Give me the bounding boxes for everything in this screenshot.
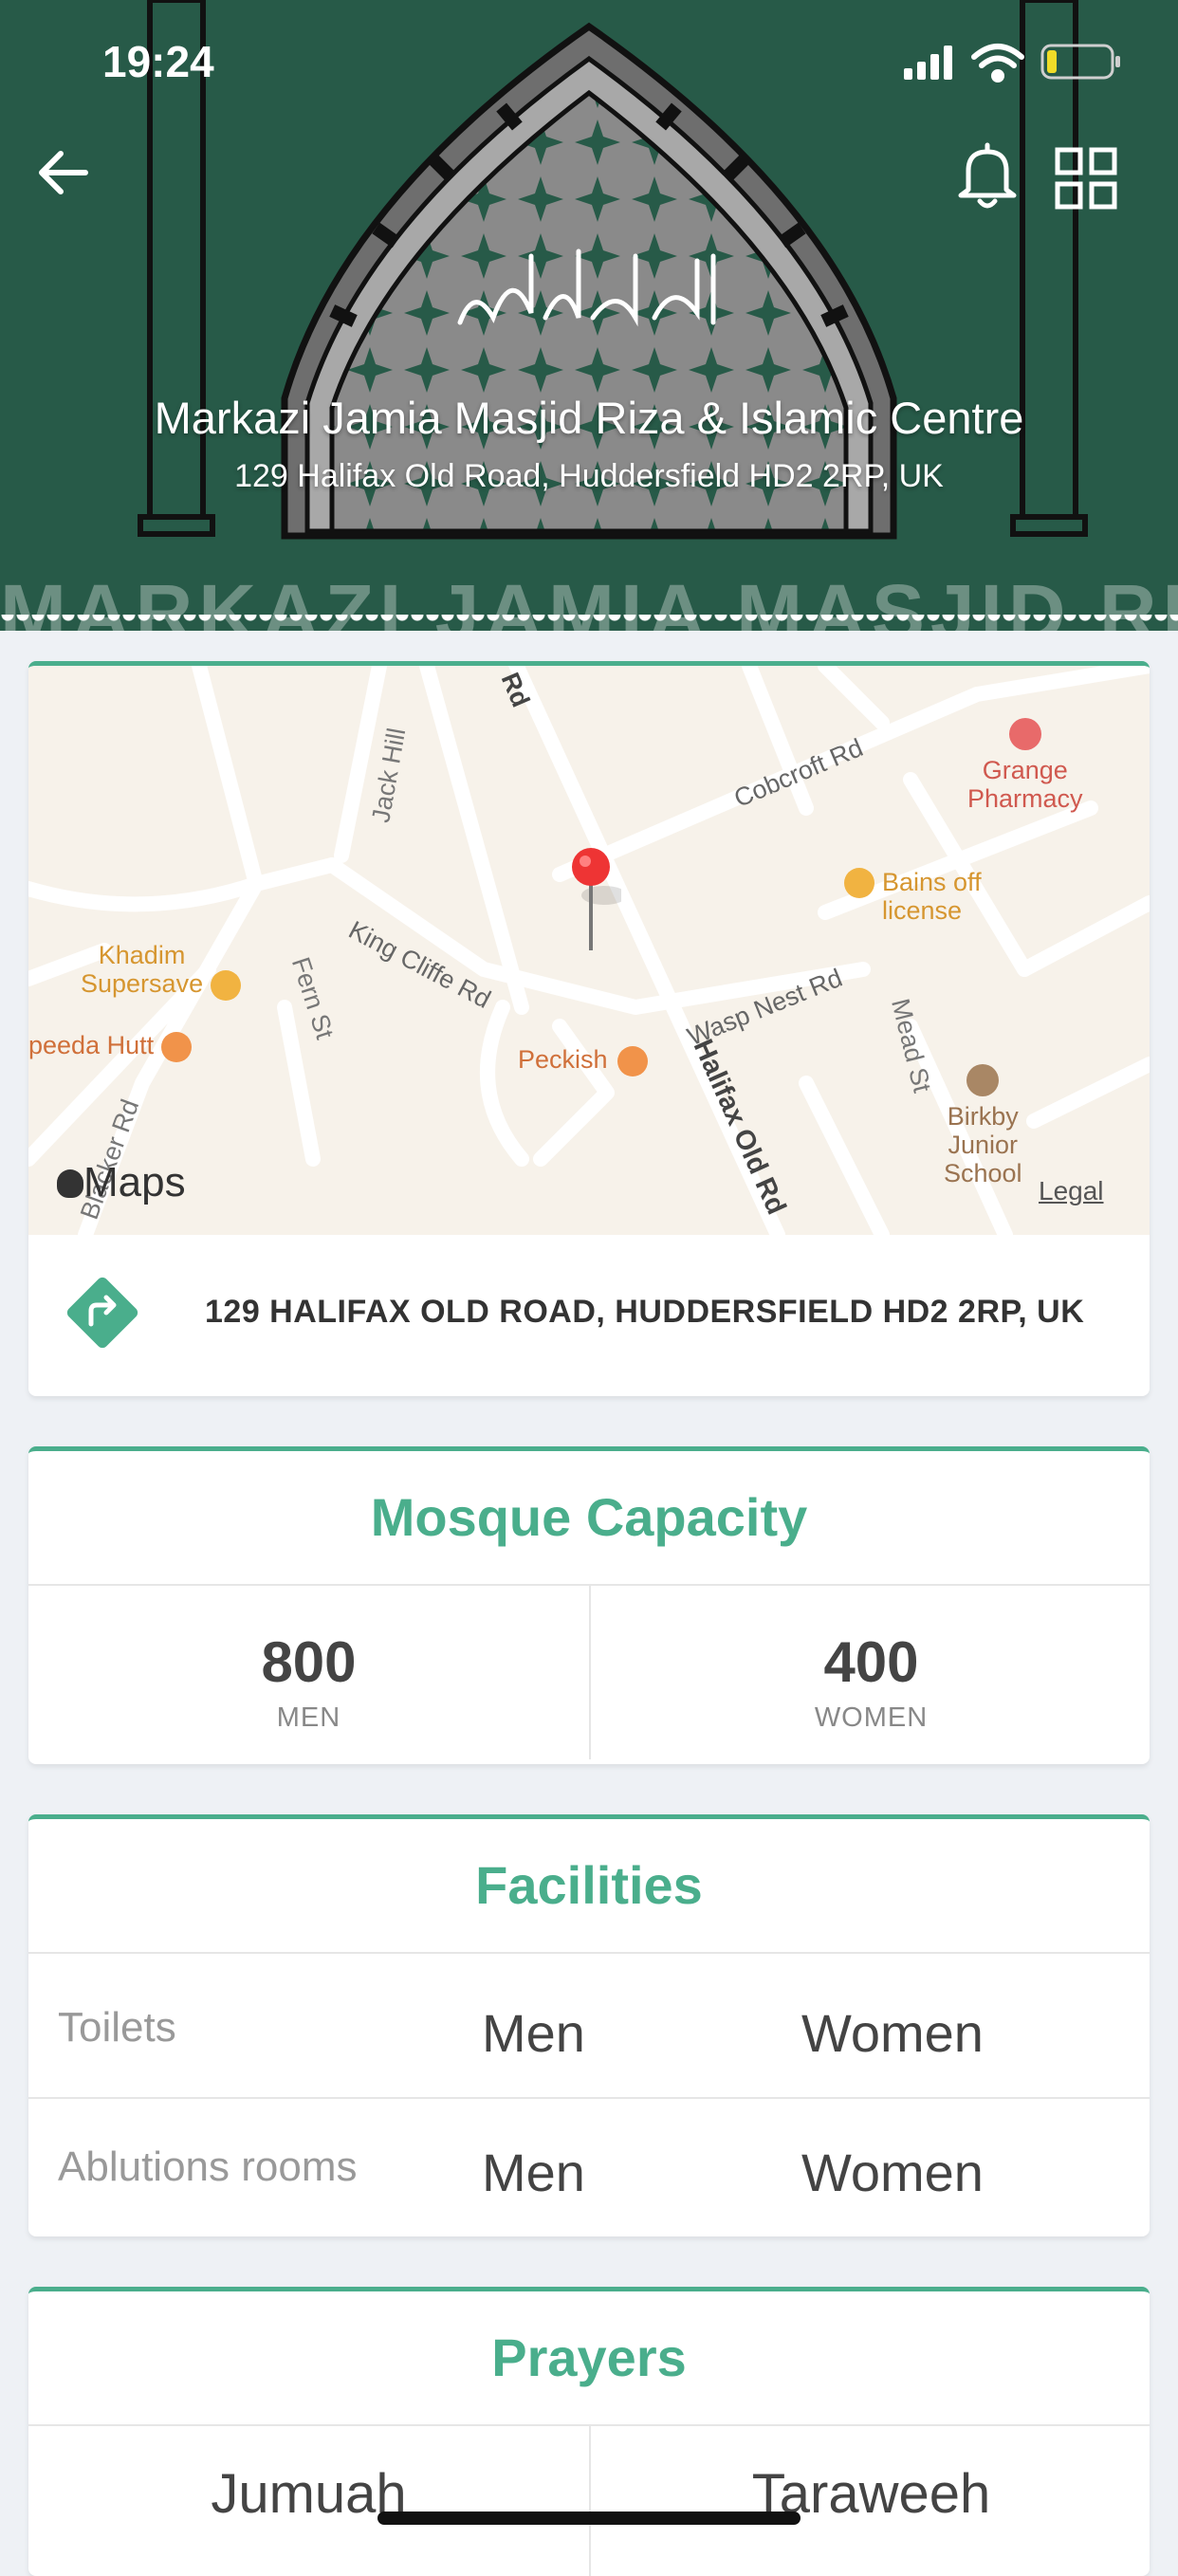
facilities-title: Facilities [28,1819,1150,1954]
mosque-name: Markazi Jamia Masjid Riza & Islamic Cent… [154,393,1024,443]
capacity-men: 800 MEN [28,1584,589,1759]
facility-name: Ablutions rooms [58,2144,358,2190]
capacity-men-label: MEN [276,1702,341,1733]
facility-name: Toilets [58,2004,176,2051]
full-address: 129 HALIFAX OLD ROAD, HUDDERSFIELD HD2 2… [205,1294,1085,1330]
status-icons [904,44,1120,83]
prayer-jumuah[interactable]: Jumuah [28,2424,589,2576]
mosque-header: 19:24 Markazi Jamia Masjid Riza & Islami… [0,0,1178,631]
facility-row-toilets: Toilets Men Women [28,1959,1150,2099]
map-label-peckish: Peckish [518,1045,648,1076]
map-view[interactable]: Grange Pharmacy Cobcroft Rd Rd Jack Hill… [28,666,1150,1235]
apple-icon [57,1169,83,1198]
back-arrow-icon[interactable] [32,142,93,203]
map-label-bains-off-license: Bains off license [844,868,982,925]
location-pin-icon [572,848,621,950]
capacity-women-label: WOMEN [814,1702,929,1733]
mosque-capacity-card: Mosque Capacity 800 MEN 400 WOMEN [28,1446,1150,1764]
home-indicator[interactable] [377,2512,801,2525]
directions-icon[interactable] [63,1273,142,1352]
mosque-arch-illustration [138,0,1088,540]
map-legal-link[interactable]: Legal [1039,1176,1104,1206]
battery-icon [1040,44,1120,80]
map-label-peeda-hutt: peeda Hutt [28,1031,193,1062]
facility-row-ablutions: Ablutions rooms Men Women [28,2098,1150,2236]
capacity-women-value: 400 [823,1630,919,1694]
map-label-grange-pharmacy: Grange Pharmacy [967,718,1083,813]
directions-row[interactable]: 129 HALIFAX OLD ROAD, HUDDERSFIELD HD2 2… [28,1235,1150,1391]
map-label-birkby-junior-school: Birkby Junior School [944,1064,1022,1187]
prayer-taraweeh[interactable]: Taraweeh [589,2424,1150,2576]
wifi-icon [971,44,1024,83]
mosque-address: 129 Halifax Old Road, Huddersfield HD2 2… [234,458,944,494]
apple-maps-logo: Maps [57,1159,186,1206]
scalloped-border [0,615,1178,631]
cellular-signal-icon [904,46,952,80]
facility-women: Women [801,2003,984,2063]
grid-icon[interactable] [1055,147,1117,210]
status-time: 19:24 [102,37,214,86]
bell-icon[interactable] [955,142,1020,211]
facilities-card: Facilities Toilets Men Women Ablutions r… [28,1814,1150,2236]
capacity-women: 400 WOMEN [589,1584,1150,1759]
prayers-card: Prayers Jumuah Taraweeh [28,2287,1150,2576]
prayers-title: Prayers [28,2291,1150,2426]
capacity-men-value: 800 [261,1630,357,1694]
facility-women: Women [801,2143,984,2202]
capacity-title: Mosque Capacity [28,1451,1150,1586]
location-card: Grange Pharmacy Cobcroft Rd Rd Jack Hill… [28,661,1150,1396]
facility-men: Men [482,2003,585,2063]
map-label-khadim-supersave: Khadim Supersave [81,941,242,1001]
facility-men: Men [482,2143,585,2202]
